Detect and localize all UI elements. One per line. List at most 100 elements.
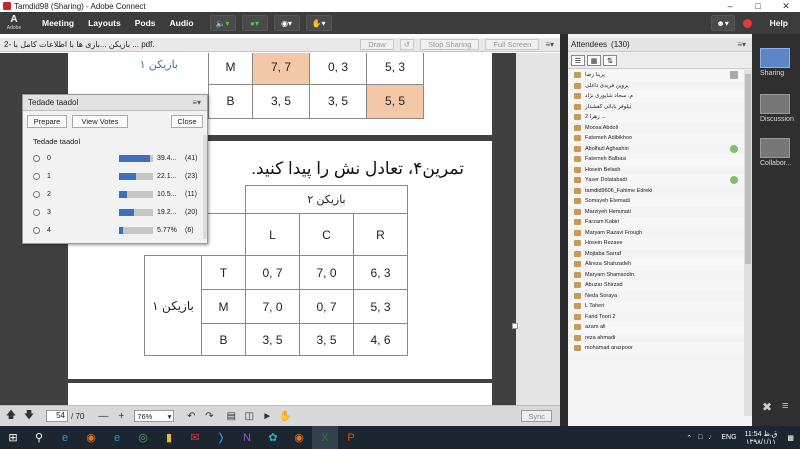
stop-sharing-button[interactable]: Stop Sharing [420,39,480,50]
attendee-row[interactable]: پرینا رضا [568,70,744,81]
chrome-icon[interactable]: ◎ [130,426,156,449]
sync-button[interactable]: Sync [521,410,552,422]
attendee-row[interactable]: Farzam Kabiri [568,217,744,228]
language-indicator[interactable]: ENG [721,434,736,441]
fit-page-icon[interactable]: ▤ [224,409,238,423]
attendee-row[interactable]: Marziyeh Hemmati [568,207,744,218]
grid-view-icon[interactable]: ▦ [587,55,601,66]
microphone-icon[interactable]: ●▾ [241,15,268,31]
radio-button[interactable] [33,208,40,216]
network-icon[interactable]: □ [698,434,702,441]
attendees-scroll-thumb[interactable] [745,74,751,264]
radio-button[interactable] [33,172,40,180]
attendee-row[interactable]: پروین فریدی داغلی [568,81,744,92]
minimize-button[interactable]: – [716,0,744,12]
attendee-row[interactable]: Maryam Razavi Frough [568,228,744,239]
attendee-row[interactable]: م. سجاد شاپوری نژاد [568,91,744,102]
attendee-row[interactable]: Somayeh Etemadi [568,196,744,207]
view-votes-button[interactable]: View Votes [72,115,128,128]
draw-button[interactable]: Draw [360,39,394,50]
attendee-row[interactable]: reza ahmadi [568,333,744,344]
redo-icon[interactable]: ↷ [202,409,216,423]
firefox-icon[interactable]: ◉ [78,426,104,449]
vscode-icon[interactable]: ❭ [208,426,234,449]
attendee-row[interactable]: Fatemeh Adibikhoo [568,133,744,144]
attendee-row[interactable]: Moosa Abdoli [568,123,744,134]
radio-button[interactable] [33,154,40,162]
attendees-scrollbar[interactable] [744,70,752,416]
attendee-row[interactable]: Farid Toori 2 [568,312,744,323]
sort-icon[interactable]: ⇅ [603,55,617,66]
attendee-row[interactable]: azam ali [568,322,744,333]
hand-tool-icon[interactable]: ✋ [278,409,292,423]
poll-option[interactable]: 3 19.2... (20) [33,203,201,221]
tools-icon[interactable]: ✖ [762,400,772,414]
attendee-row[interactable]: Neda Soraya [568,291,744,302]
next-page-icon[interactable]: 🡇 [22,409,36,423]
maximize-button[interactable]: □ [744,0,772,12]
onenote-icon[interactable]: N [234,426,260,449]
layout-sharing[interactable]: Sharing [760,48,796,77]
user-status-icon[interactable]: ☻▾ [710,15,735,31]
edge-icon[interactable]: e [52,426,78,449]
attendee-row[interactable]: Hosein Rezaee [568,238,744,249]
attendee-row[interactable]: Abolfazl Aghashiri [568,144,744,155]
tray-expand-icon[interactable]: ⌃ [686,434,692,442]
prev-page-icon[interactable]: 🡅 [4,409,18,423]
volume-icon[interactable]: ♩ [708,434,715,441]
clock[interactable]: 11:54 ق.ظ ۱۳۹۸/۱/۱۱ [745,430,778,446]
pointer-icon[interactable]: ↺ [399,39,414,50]
poll-option[interactable]: 2 10.5... (11) [33,185,201,203]
new-layout-icon[interactable]: ≡ [782,400,788,412]
search-icon[interactable]: ⚲ [26,426,52,449]
poll-option[interactable]: 1 22.1... (23) [33,167,201,185]
menu-audio[interactable]: Audio [170,18,194,28]
menu-help[interactable]: Help [770,18,788,28]
media-icon[interactable]: ✿ [260,426,286,449]
radio-button[interactable] [33,190,40,198]
attendee-row[interactable]: Maryam Shamsodin [568,270,744,281]
webcam-icon[interactable]: ◉▾ [273,15,300,31]
list-view-icon[interactable]: ☰ [571,55,585,66]
poll-scrollbar[interactable] [203,135,207,239]
poll-option[interactable]: 0 39.4... (41) [33,149,201,167]
attendee-row[interactable]: L Taheri [568,301,744,312]
ie-icon[interactable]: e [104,426,130,449]
attendee-row[interactable]: Yaser Dolatabadi [568,175,744,186]
mail-icon[interactable]: ✉ [182,426,208,449]
poll-menu-icon[interactable]: ≡▾ [192,98,201,107]
page-number-input[interactable]: 54 [46,410,68,422]
attendee-row[interactable]: 2 زهرا ... [568,112,744,123]
zoom-select[interactable]: 76% ▾ [134,410,175,422]
speaker-icon[interactable]: 🔈▾ [209,15,236,31]
attendee-row[interactable]: Mojtaba Sarraf [568,249,744,260]
menu-meeting[interactable]: Meeting [42,18,74,28]
menu-layouts[interactable]: Layouts [88,18,121,28]
poll-option[interactable]: 4 5.77% (6) [33,221,201,239]
attendee-row[interactable]: Fatemeh Balbasi [568,154,744,165]
attendee-row[interactable]: Alireza Shahzadeh [568,259,744,270]
layout-collaboration[interactable]: Collabor... [760,138,796,167]
layout-discussion[interactable]: Discussion [760,94,796,123]
file-explorer-icon[interactable]: ▮ [156,426,182,449]
start-icon[interactable]: ⊞ [0,426,26,449]
attendees-menu-icon[interactable]: ≡▾ [737,40,746,49]
menu-pods[interactable]: Pods [135,18,156,28]
firefox2-icon[interactable]: ◉ [286,426,312,449]
fit-width-icon[interactable]: ◫ [242,409,256,423]
close-poll-button[interactable]: Close [171,115,203,128]
excel-icon[interactable]: X [312,426,338,449]
status-icon[interactable]: ✋▾ [305,15,332,31]
radio-button[interactable] [33,226,40,234]
zoom-in-icon[interactable]: + [114,409,128,423]
record-icon[interactable] [742,18,752,28]
attendee-row[interactable]: tamdid9606_Fahime Edreki [568,186,744,197]
attendee-row[interactable]: Hosein Belash [568,165,744,176]
notifications-icon[interactable]: ▩ [787,434,794,442]
full-screen-button[interactable]: Full Screen [485,39,540,50]
attendee-row[interactable]: mohamad arazpoor [568,343,744,354]
prepare-button[interactable]: Prepare [27,115,67,128]
document-scrollbar[interactable] [512,53,560,405]
powerpoint-icon[interactable]: P [338,426,364,449]
undo-icon[interactable]: ↶ [184,409,198,423]
